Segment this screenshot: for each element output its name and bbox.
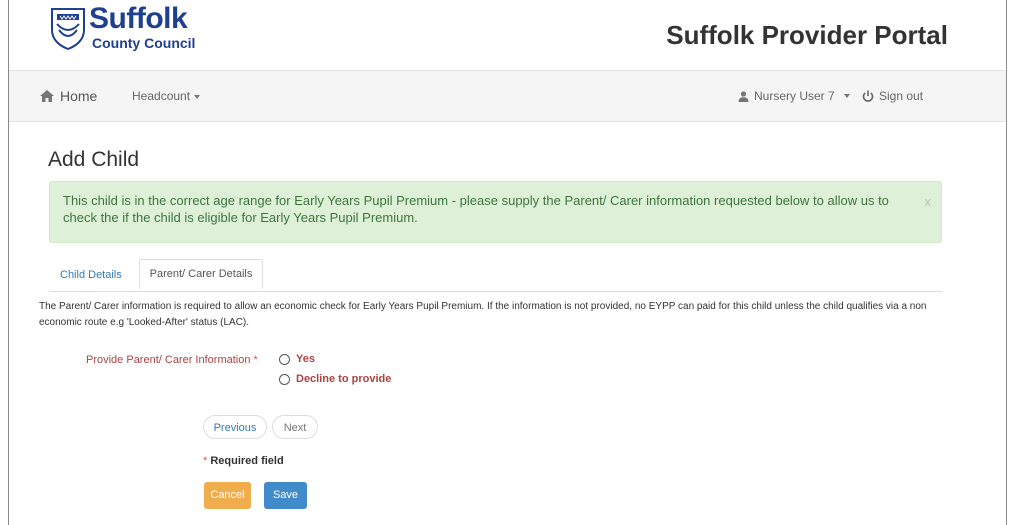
- header: Suffolk County Council Suffolk Provider …: [9, 0, 1006, 69]
- nav-headcount-dropdown[interactable]: Headcount: [132, 89, 201, 103]
- alert-message: This child is in the correct age range f…: [63, 193, 889, 225]
- radio-option-decline[interactable]: Decline to provide: [279, 373, 391, 385]
- required-marker: *: [253, 354, 258, 366]
- required-marker: *: [203, 455, 208, 467]
- user-icon: [738, 90, 749, 102]
- logo-title: Suffolk: [89, 2, 188, 35]
- next-button[interactable]: Next: [272, 415, 318, 439]
- nav-home-link[interactable]: Home: [40, 88, 97, 104]
- home-icon: [40, 90, 54, 102]
- nav-user-label: Nursery User 7: [754, 89, 835, 103]
- power-icon: [862, 90, 874, 102]
- sign-out-link[interactable]: Sign out: [862, 89, 923, 103]
- required-field-note: * Required field: [203, 455, 284, 467]
- required-note-text: Required field: [210, 455, 284, 467]
- eligibility-alert: This child is in the correct age range f…: [49, 181, 942, 243]
- previous-button[interactable]: Previous: [203, 415, 267, 439]
- radio-button[interactable]: [279, 353, 290, 365]
- cancel-button[interactable]: Cancel: [204, 482, 251, 509]
- field-label-text: Provide Parent/ Carer Information: [86, 354, 251, 366]
- tab-parent-carer-details[interactable]: Parent/ Carer Details: [139, 259, 263, 289]
- navbar: Home Headcount Nursery User 7 Sign out: [9, 70, 1006, 122]
- sign-out-label: Sign out: [879, 89, 924, 103]
- tab-bar: Child Details Parent/ Carer Details: [49, 259, 942, 292]
- radio-button[interactable]: [279, 373, 290, 385]
- info-text: The Parent/ Carer information is require…: [39, 301, 927, 328]
- nav-headcount-label: Headcount: [132, 89, 191, 103]
- portal-title: Suffolk Provider Portal: [666, 20, 948, 50]
- tab-child-details[interactable]: Child Details: [60, 269, 122, 281]
- suffolk-logo[interactable]: Suffolk County Council: [49, 2, 219, 54]
- save-button[interactable]: Save: [264, 482, 307, 509]
- page-frame: Suffolk County Council Suffolk Provider …: [8, 0, 1007, 525]
- chevron-down-icon: [843, 94, 850, 98]
- radio-label: Yes: [296, 353, 315, 365]
- logo-subtitle: County Council: [92, 35, 196, 51]
- parent-info-field-label: Provide Parent/ Carer Information *: [86, 354, 258, 366]
- radio-option-yes[interactable]: Yes: [279, 353, 315, 365]
- chevron-down-icon: [194, 94, 201, 99]
- nav-home-label: Home: [60, 88, 98, 104]
- radio-label: Decline to provide: [296, 373, 392, 385]
- crest-icon: [51, 8, 85, 50]
- page-title: Add Child: [48, 148, 140, 171]
- close-icon[interactable]: x: [925, 194, 932, 209]
- nav-user-dropdown[interactable]: Nursery User 7: [738, 89, 850, 103]
